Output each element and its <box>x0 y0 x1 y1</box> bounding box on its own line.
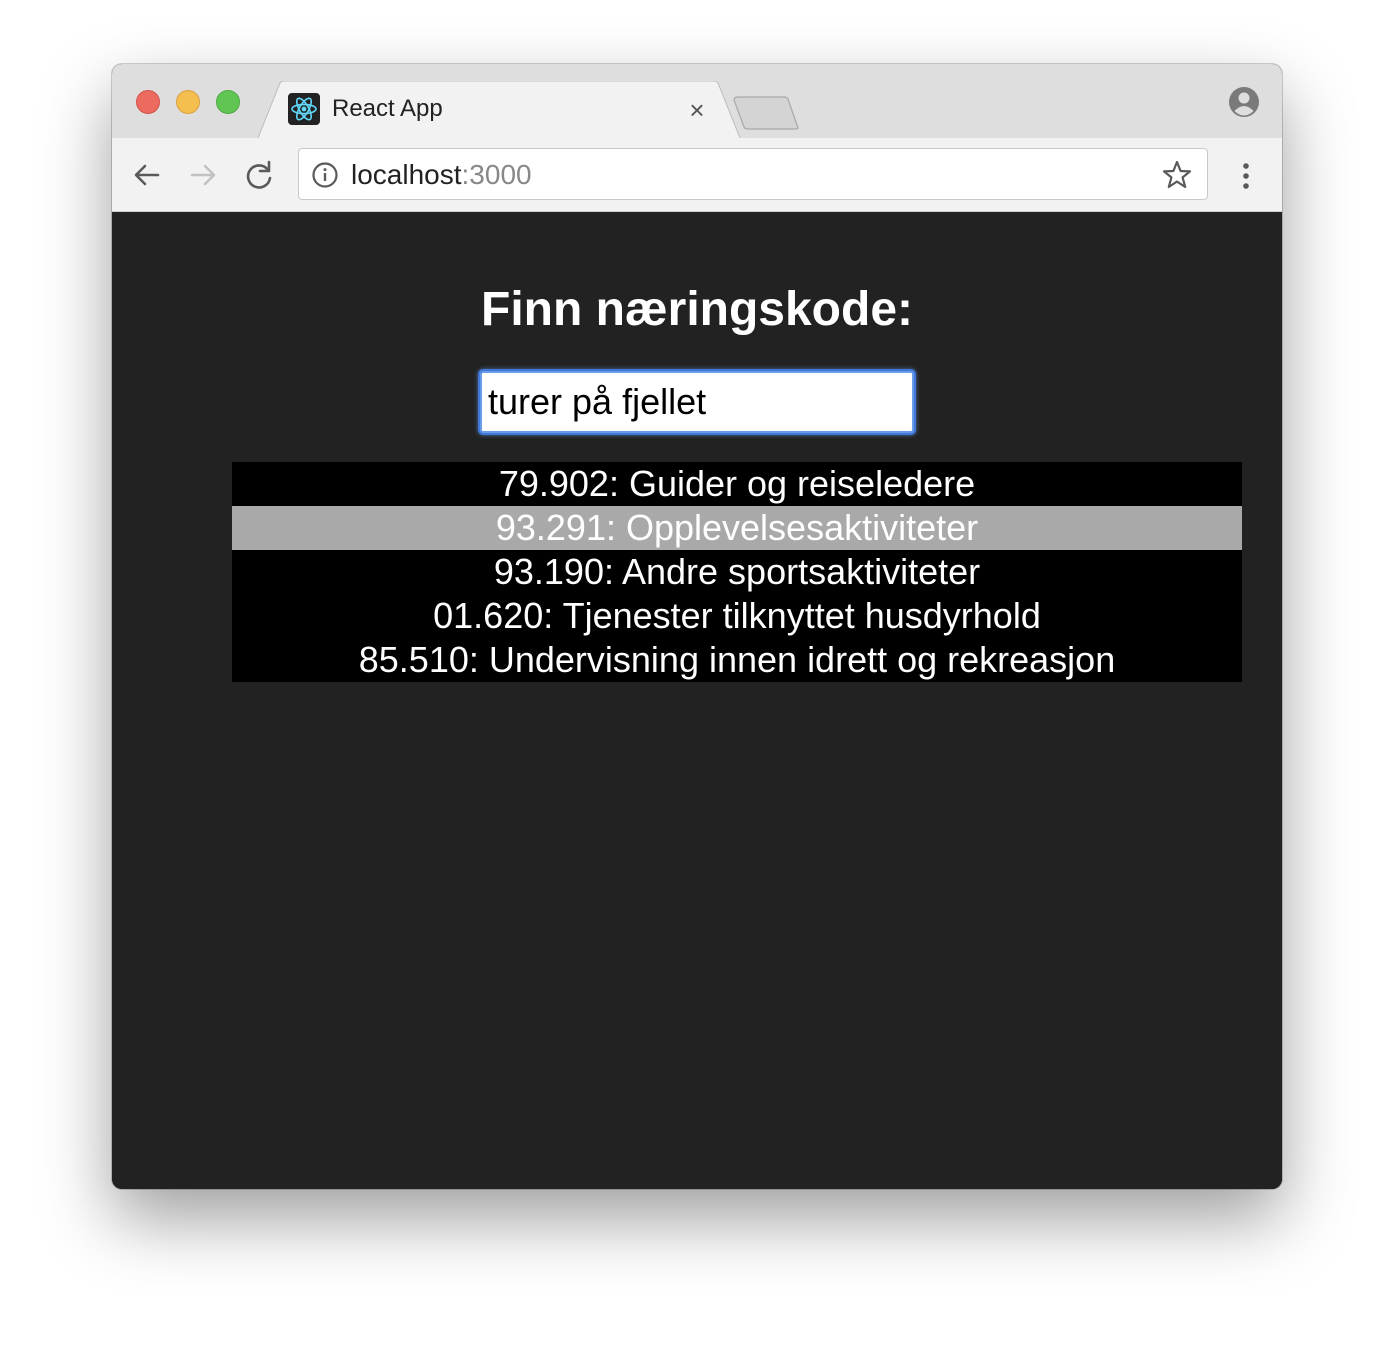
results-list: 79.902: Guider og reiseledere 93.291: Opp… <box>232 462 1242 682</box>
close-window-button[interactable] <box>136 90 160 114</box>
site-info-icon[interactable] <box>311 161 339 189</box>
result-item[interactable]: 85.510: Undervisning innen idrett og rek… <box>232 638 1242 682</box>
browser-window: React App × localhost:3000 Finn næringsk… <box>112 64 1282 1189</box>
profile-avatar-icon[interactable] <box>1228 86 1260 118</box>
new-tab-button[interactable] <box>732 96 802 130</box>
minimize-window-button[interactable] <box>176 90 200 114</box>
bookmark-star-icon[interactable] <box>1161 159 1193 191</box>
reload-icon[interactable] <box>242 158 276 192</box>
browser-toolbar: localhost:3000 <box>112 138 1282 212</box>
tab-react-app[interactable]: React App × <box>258 81 740 138</box>
url-text[interactable]: localhost:3000 <box>351 160 532 190</box>
url-host: localhost <box>351 159 462 190</box>
result-item[interactable]: 93.190: Andre sportsaktiviteter <box>232 550 1242 594</box>
url-port: :3000 <box>461 159 532 190</box>
react-logo-icon <box>288 93 320 125</box>
page-content: Finn næringskode: 79.902: Guider og reis… <box>112 212 1282 1189</box>
back-arrow-icon[interactable] <box>130 158 164 192</box>
result-item[interactable]: 93.291: Opplevelsesaktiviteter <box>232 506 1242 550</box>
search-input[interactable] <box>478 369 916 435</box>
more-menu-icon[interactable] <box>1232 160 1260 192</box>
result-item[interactable]: 79.902: Guider og reiseledere <box>232 462 1242 506</box>
result-item[interactable]: 01.620: Tjenester tilknyttet husdyrhold <box>232 594 1242 638</box>
forward-arrow-icon[interactable] <box>186 158 220 192</box>
tab-title: React App <box>332 95 443 122</box>
tab-close-icon[interactable]: × <box>684 97 710 123</box>
page-title: Finn næringskode: <box>481 283 913 336</box>
maximize-window-button[interactable] <box>216 90 240 114</box>
tab-shape <box>258 81 740 138</box>
title-bar: React App × <box>112 64 1282 138</box>
address-bar[interactable]: localhost:3000 <box>298 148 1208 200</box>
